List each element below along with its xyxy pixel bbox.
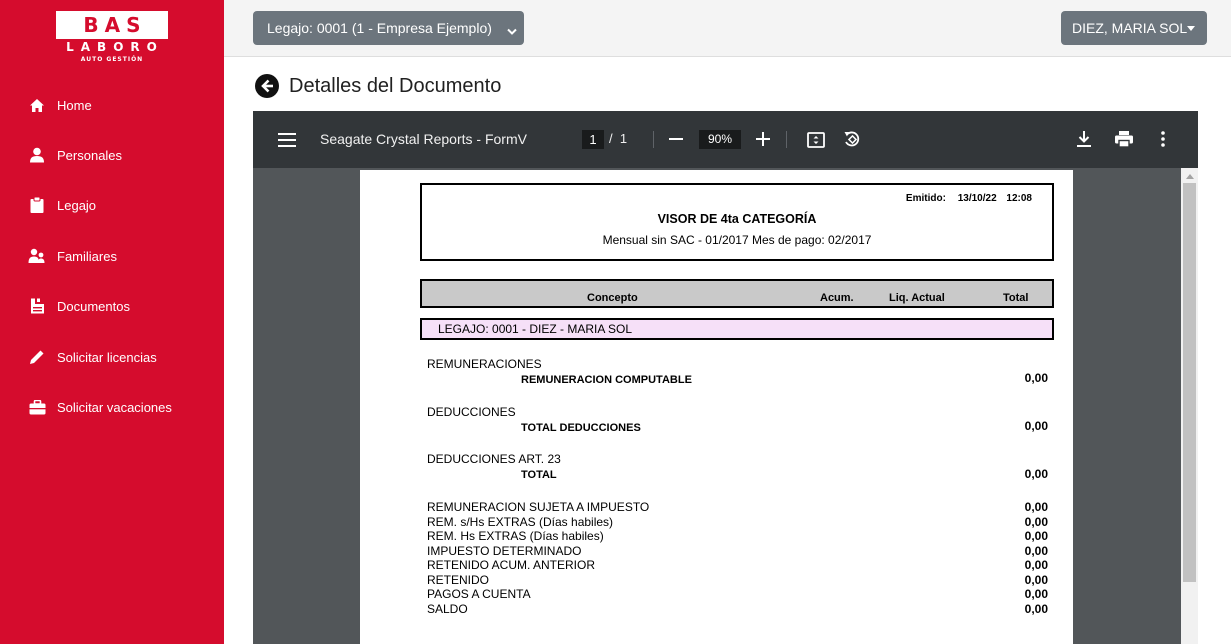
report-title: VISOR DE 4ta CATEGORÍA (657, 212, 817, 226)
legajo-select-label: Legajo: 0001 (1 - Empresa Ejemplo) (267, 20, 492, 36)
summary-label: IMPUESTO DETERMINADO (427, 543, 582, 558)
issued-time: 12:08 (1006, 193, 1032, 204)
page-number-input[interactable]: 1 (582, 130, 604, 149)
sidebar-item-solicitar-vacaciones[interactable]: Solicitar vacaciones (28, 395, 172, 419)
summary-value: 0,00 (1024, 558, 1048, 572)
summary-label: RETENIDO ACUM. ANTERIOR (427, 558, 596, 572)
sidebar: BAS LABORO AUTO GESTIÓN Home Personales … (0, 0, 224, 644)
summary-value: 0,00 (1024, 529, 1048, 543)
sidebar-item-legajo[interactable]: Legajo (28, 193, 96, 217)
fit-page-icon[interactable] (806, 130, 826, 149)
report-issued: Emitido: 13/10/22 12:08 (906, 193, 1032, 204)
family-icon (28, 247, 46, 265)
summary-label: SALDO (427, 601, 468, 616)
scroll-up-arrow-icon[interactable] (1186, 174, 1194, 179)
chevron-down-icon (507, 23, 517, 39)
summary-label: REM. Hs EXTRAS (Días habiles) (427, 529, 604, 543)
clipboard-icon (28, 196, 46, 214)
summary-value: 0,00 (1024, 500, 1048, 514)
section-total-label: REMUNERACION COMPUTABLE (521, 374, 692, 386)
summary-value: 0,00 (1024, 601, 1048, 616)
pencil-icon (28, 348, 46, 366)
sidebar-item-label: Solicitar vacaciones (57, 399, 172, 415)
sidebar-item-solicitar-licencias[interactable]: Solicitar licencias (28, 345, 157, 369)
section-label: REMUNERACIONES (427, 357, 542, 371)
total-pages: 1 (619, 131, 628, 146)
user-menu-button[interactable]: DIEZ, MARIA SOL (1061, 11, 1207, 45)
col-concepto: Concepto (587, 292, 638, 304)
toolbar-divider (786, 131, 787, 148)
sidebar-item-label: Solicitar licencias (57, 349, 157, 365)
scrollbar-thumb[interactable] (1183, 183, 1196, 582)
brand-line2: LABORO (66, 40, 164, 54)
sidebar-item-label: Familiares (57, 248, 117, 264)
section-total-label: TOTAL (521, 469, 557, 481)
summary-value: 0,00 (1024, 514, 1048, 529)
section-total-value: 0,00 (1024, 467, 1048, 481)
issued-date: 13/10/22 (957, 193, 997, 204)
sidebar-item-personales[interactable]: Personales (28, 143, 122, 167)
home-icon (28, 96, 46, 114)
summary-value: 0,00 (1024, 572, 1048, 587)
page-title: Detalles del Documento (289, 74, 502, 97)
page-count: / 1 (609, 131, 627, 146)
sidebar-item-label: Personales (57, 147, 123, 163)
summary-values: 0,00 0,00 0,00 0,00 0,00 0,00 0,00 0,00 (1025, 500, 1048, 616)
summary-label: PAGOS A CUENTA (427, 587, 531, 601)
report-subtitle: Mensual sin SAC - 01/2017 Mes de pago: 0… (602, 233, 872, 247)
summary-value: 0,00 (1024, 587, 1048, 601)
pdf-viewer: Seagate Crystal Reports - FormV 1 / 1 90… (253, 111, 1198, 644)
brand-line3: AUTO GESTIÓN (80, 56, 144, 63)
report-header-box: Emitido: 13/10/22 12:08 VISOR DE 4ta CAT… (420, 183, 1054, 261)
pdf-toolbar: Seagate Crystal Reports - FormV 1 / 1 90… (253, 111, 1198, 168)
sidebar-item-home[interactable]: Home (28, 93, 92, 117)
sidebar-item-label: Legajo (57, 197, 97, 213)
issued-label: Emitido: (905, 193, 946, 204)
person-icon (28, 146, 46, 164)
col-total: Total (1003, 292, 1029, 304)
report-legajo-row: LEGAJO: 0001 - DIEZ - MARIA SOL (420, 318, 1054, 340)
summary-label: REMUNERACION SUJETA A IMPUESTO (427, 500, 650, 514)
brand-logo[interactable]: BAS LABORO AUTO GESTIÓN (56, 11, 168, 63)
section-total-label: TOTAL DEDUCCIONES (521, 422, 641, 434)
user-menu-label: DIEZ, MARIA SOL (1072, 20, 1188, 36)
caret-down-icon (1187, 26, 1195, 31)
summary-labels: REMUNERACION SUJETA A IMPUESTO REM. s/Hs… (427, 500, 649, 616)
section-total-value: 0,00 (1024, 419, 1048, 433)
legajo-select[interactable]: Legajo: 0001 (1 - Empresa Ejemplo) (253, 11, 524, 45)
pdf-document-title: Seagate Crystal Reports - FormV (320, 131, 527, 147)
top-bar: Legajo: 0001 (1 - Empresa Ejemplo) DIEZ,… (224, 0, 1231, 57)
more-options-icon[interactable] (1156, 129, 1170, 149)
print-icon[interactable] (1114, 129, 1134, 149)
briefcase-icon (28, 398, 46, 416)
back-arrow-icon[interactable] (255, 74, 279, 98)
rotate-icon[interactable] (842, 129, 862, 149)
zoom-out-icon[interactable] (667, 130, 685, 148)
zoom-in-icon[interactable] (754, 130, 772, 148)
download-icon[interactable] (1075, 129, 1093, 149)
document-icon (28, 297, 46, 315)
toolbar-divider (653, 131, 654, 148)
pdf-page: Emitido: 13/10/22 12:08 VISOR DE 4ta CAT… (360, 170, 1073, 644)
sidebar-item-label: Home (57, 97, 92, 113)
sidebar-item-familiares[interactable]: Familiares (28, 244, 117, 268)
col-acum: Acum. (820, 292, 854, 304)
section-label: DEDUCCIONES ART. 23 (427, 452, 561, 466)
summary-value: 0,00 (1024, 543, 1048, 558)
sidebar-item-documentos[interactable]: Documentos (28, 294, 130, 318)
section-total-value: 0,00 (1024, 371, 1048, 385)
section-label: DEDUCCIONES (427, 405, 516, 419)
summary-label: RETENIDO (427, 572, 490, 587)
col-liq-actual: Liq. Actual (889, 292, 945, 304)
brand-line1: BAS (56, 11, 168, 39)
page-separator: / (609, 131, 613, 146)
zoom-input[interactable]: 90% (699, 130, 741, 149)
summary-label: REM. s/Hs EXTRAS (Días habiles) (427, 514, 614, 529)
report-column-header: Concepto Acum. Liq. Actual Total (420, 279, 1054, 308)
menu-icon[interactable] (277, 131, 297, 149)
page-header: Detalles del Documento (255, 73, 501, 99)
sidebar-item-label: Documentos (57, 298, 130, 314)
